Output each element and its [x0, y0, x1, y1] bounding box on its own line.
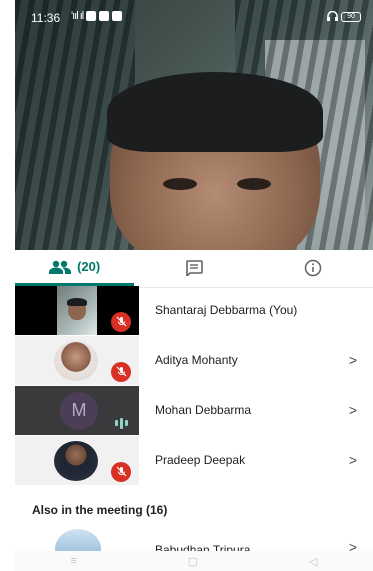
self-video-preview[interactable]: [15, 0, 373, 250]
tab-people[interactable]: (20): [15, 250, 135, 286]
speaking-indicator-icon: [115, 417, 128, 429]
person-eye-left: [163, 178, 197, 190]
chevron-right-icon[interactable]: >: [349, 402, 357, 418]
status-icons: 'ııl ıl: [71, 10, 123, 22]
participant-row[interactable]: Babudhan Tripura >: [15, 527, 373, 551]
participant-tile: [15, 335, 139, 385]
participant-name: Mohan Debbarma: [155, 403, 252, 417]
mic-off-icon: [111, 461, 131, 482]
status-bar: 11:36 'ııl ıl 90: [15, 0, 373, 36]
people-icon: [49, 260, 72, 274]
app-notification-icon: [112, 11, 123, 21]
participant-row[interactable]: Aditya Mohanty >: [15, 335, 373, 385]
mic-off-icon: [111, 361, 131, 382]
home-nav-button[interactable]: ▢: [188, 555, 198, 568]
participant-tile: [15, 435, 139, 485]
participant-name: Shantaraj Debbarma (You): [155, 303, 298, 317]
battery-icon: 90: [341, 12, 361, 22]
participant-letter-avatar: M: [60, 391, 98, 430]
thumbnail-hair: [67, 297, 87, 306]
participant-name: Aditya Mohanty: [155, 353, 238, 367]
chat-notification-icon: [99, 11, 110, 21]
participant-name: Pradeep Deepak: [155, 453, 246, 467]
tab-info[interactable]: [254, 250, 373, 286]
mic-off-icon: [111, 311, 131, 332]
participant-avatar: [54, 340, 98, 381]
status-right: 90: [327, 10, 361, 24]
notification-icon: [86, 11, 97, 21]
participant-avatar: [55, 529, 101, 551]
chevron-right-icon[interactable]: >: [349, 539, 357, 551]
also-in-meeting-heading: Also in the meeting (16): [32, 503, 168, 517]
participant-tile: [15, 285, 139, 335]
participant-row[interactable]: Pradeep Deepak >: [15, 435, 373, 485]
chevron-right-icon[interactable]: >: [349, 352, 357, 368]
signal-icon: 'ııl ıl: [71, 10, 84, 22]
people-count: (20): [77, 259, 101, 274]
chat-icon: [185, 260, 203, 276]
meeting-tabs: (20): [15, 250, 373, 288]
info-icon: [304, 259, 322, 277]
back-nav-button[interactable]: ◁: [309, 555, 317, 568]
participant-list: Shantaraj Debbarma (You) Aditya Mohanty …: [15, 285, 373, 485]
menu-nav-button[interactable]: ≡: [70, 555, 76, 567]
system-nav-bar: ≡ ▢ ◁: [15, 551, 373, 571]
participant-tile: M: [15, 385, 139, 435]
participant-row[interactable]: Shantaraj Debbarma (You): [15, 285, 373, 335]
self-thumbnail: [57, 285, 97, 335]
participant-avatar: [54, 440, 98, 481]
headphones-icon: [327, 10, 338, 24]
tab-chat[interactable]: [134, 250, 253, 286]
person-hair: [107, 72, 323, 152]
status-time: 11:36: [31, 11, 61, 25]
participant-row[interactable]: M Mohan Debbarma >: [15, 385, 373, 435]
chevron-right-icon[interactable]: >: [349, 452, 357, 468]
person-eye-right: [237, 178, 271, 190]
participant-name: Babudhan Tripura: [155, 543, 251, 551]
